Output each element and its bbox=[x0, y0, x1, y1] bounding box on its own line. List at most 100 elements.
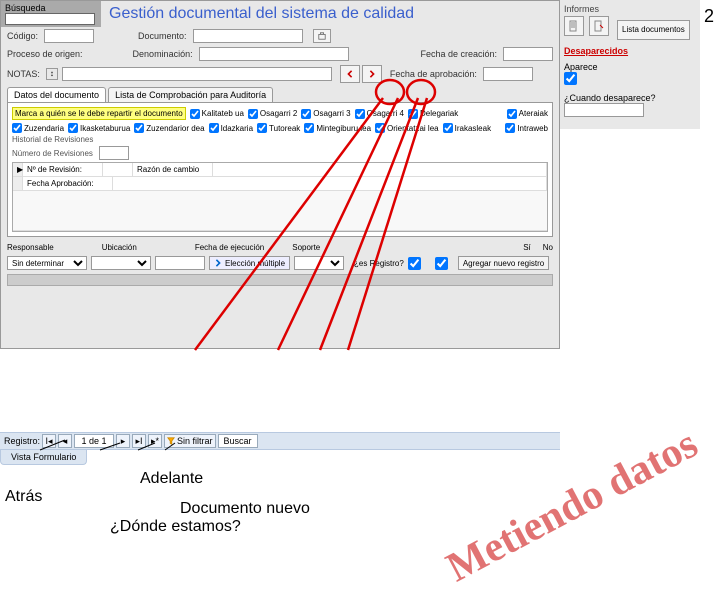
soporte-dropdown[interactable] bbox=[294, 256, 344, 270]
fecha-ejec-field[interactable] bbox=[155, 256, 205, 270]
numero-rev-label: Número de Revisiones bbox=[12, 149, 93, 158]
ck-ateraiak[interactable]: Ateraiak bbox=[507, 109, 548, 119]
report-icon-2[interactable] bbox=[589, 16, 609, 36]
doc-open-icon[interactable] bbox=[313, 29, 331, 43]
cuando-label: ¿Cuando desaparece? bbox=[564, 93, 696, 103]
no-label: No bbox=[543, 243, 553, 252]
nav-new-record-button[interactable]: ▸* bbox=[148, 434, 162, 448]
nav-last-button[interactable]: ▸I bbox=[132, 434, 146, 448]
notas-label: NOTAS: bbox=[7, 69, 40, 79]
ck-intraweb[interactable]: Intraweb bbox=[505, 123, 548, 133]
nav-next-record-button[interactable]: ▸ bbox=[116, 434, 130, 448]
ck-ikasketaburua[interactable]: Ikasketaburua bbox=[68, 123, 130, 133]
documento-label: Documento: bbox=[138, 31, 187, 41]
numero-rev-field[interactable] bbox=[99, 146, 129, 160]
agregar-button[interactable]: Agregar nuevo registro bbox=[458, 256, 549, 270]
bottom-row: Responsable Ubicación Fecha de ejecución… bbox=[1, 241, 559, 254]
no-checkbox[interactable] bbox=[435, 257, 448, 270]
ck-osagarri3[interactable]: Osagarri 3 bbox=[301, 109, 350, 119]
ck-zuzendarior[interactable]: Zuzendarior dea bbox=[134, 123, 204, 133]
es-registro-label: ¿es Registro? bbox=[354, 259, 404, 268]
rev-razon-label: Razón de cambio bbox=[133, 163, 213, 176]
bottom-row-2: Sin determinar Elección múltiple ¿es Reg… bbox=[1, 254, 559, 272]
annotation-donde: ¿Dónde estamos? bbox=[110, 518, 241, 536]
si-checkbox[interactable] bbox=[408, 257, 421, 270]
tab-lista[interactable]: Lista de Comprobación para Auditoría bbox=[108, 87, 273, 102]
ck-zuzendaria[interactable]: Zuzendaria bbox=[12, 123, 64, 133]
soporte-select[interactable]: Elección múltiple bbox=[209, 256, 290, 270]
report-icon-1[interactable] bbox=[564, 16, 584, 36]
ck-mintegiburu[interactable]: Mintegiburu lea bbox=[304, 123, 371, 133]
ck-osagarri4[interactable]: Osagarri 4 bbox=[355, 109, 404, 119]
cuando-field[interactable] bbox=[564, 103, 644, 117]
ck-orientatzai[interactable]: Orientatzai lea bbox=[375, 123, 439, 133]
ck-kalitate[interactable]: Kalitateb ua bbox=[190, 109, 244, 119]
nav-next-button[interactable] bbox=[362, 65, 382, 83]
denominacion-label: Denominación: bbox=[133, 49, 193, 59]
aparece-checkbox[interactable] bbox=[564, 72, 577, 85]
responsable-label: Responsable bbox=[7, 243, 54, 252]
desaparecidos-link[interactable]: Desaparecidos bbox=[564, 46, 628, 56]
codigo-label: Código: bbox=[7, 31, 38, 41]
proceso-label: Proceso de origen: bbox=[7, 49, 83, 59]
lower-space bbox=[1, 288, 559, 348]
rev-row-selector[interactable]: ▶ bbox=[13, 163, 23, 176]
rev-num-field[interactable] bbox=[103, 163, 133, 176]
notas-toggle[interactable]: ↕ bbox=[46, 68, 58, 80]
nav-prev-record-button[interactable]: ◂ bbox=[58, 434, 72, 448]
fecha-aprobacion-label: Fecha de aprobación: bbox=[390, 69, 477, 79]
mark-text: Marca a quién se le debe repartir el doc… bbox=[12, 107, 186, 120]
codigo-field[interactable] bbox=[44, 29, 94, 43]
historial-label: Historial de Revisiones bbox=[12, 135, 548, 144]
annotation-atras: Atrás bbox=[5, 488, 42, 506]
ck-idazkaria[interactable]: Idazkaria bbox=[209, 123, 253, 133]
filter-button[interactable]: Sin filtrar bbox=[164, 434, 216, 448]
panel-reparto: Marca a quién se le debe repartir el doc… bbox=[7, 102, 553, 237]
denominacion-field[interactable] bbox=[199, 47, 349, 61]
tab-datos[interactable]: Datos del documento bbox=[7, 87, 106, 102]
view-tab[interactable]: Vista Formulario bbox=[0, 450, 87, 465]
ubicacion-select[interactable] bbox=[91, 256, 151, 270]
row-proceso: Proceso de origen: Denominación: Fecha d… bbox=[1, 45, 559, 63]
gray-strip bbox=[7, 274, 553, 286]
tabs: Datos del documento Lista de Comprobació… bbox=[7, 87, 553, 102]
search-area: Búsqueda bbox=[1, 1, 101, 27]
window-title: Gestión documental del sistema de calida… bbox=[101, 5, 559, 23]
row-codigo: Código: Documento: bbox=[1, 27, 559, 45]
right-panel: Informes Lista documentos Desaparecidos … bbox=[560, 0, 700, 129]
page-number: 2 bbox=[704, 6, 714, 27]
soporte-label: Soporte bbox=[292, 243, 320, 252]
responsable-select[interactable]: Sin determinar bbox=[7, 256, 87, 270]
rev-fecha-label: Fecha Aprobación: bbox=[23, 177, 113, 190]
fecha-creacion-field[interactable] bbox=[503, 47, 553, 61]
rev-grid: ▶ Nº de Revisión: Razón de cambio Fecha … bbox=[12, 162, 548, 232]
row-notas: NOTAS: ↕ Fecha de aprobación: bbox=[1, 63, 559, 85]
nav-prev-button[interactable] bbox=[340, 65, 360, 83]
rev-fecha-field[interactable] bbox=[113, 177, 547, 190]
annotation-adelante: Adelante bbox=[140, 470, 203, 488]
titlebar: Búsqueda Gestión documental del sistema … bbox=[1, 1, 559, 27]
search-input[interactable] bbox=[5, 13, 95, 25]
lista-docs-button[interactable]: Lista documentos bbox=[617, 20, 690, 40]
informes-label: Informes bbox=[564, 4, 696, 14]
ck-tutoreak[interactable]: Tutoreak bbox=[257, 123, 300, 133]
record-counter: 1 de 1 bbox=[74, 434, 114, 448]
ubicacion-label: Ubicación bbox=[102, 243, 137, 252]
fecha-aprobacion-field[interactable] bbox=[483, 67, 533, 81]
buscar-field[interactable]: Buscar bbox=[218, 434, 258, 448]
documento-field[interactable] bbox=[193, 29, 303, 43]
ck-osagarri2[interactable]: Osagarri 2 bbox=[248, 109, 297, 119]
ck-delegariak[interactable]: Delegariak bbox=[408, 109, 458, 119]
notas-field[interactable] bbox=[62, 67, 332, 81]
registro-label: Registro: bbox=[4, 436, 40, 446]
si-label: Sí bbox=[523, 243, 531, 252]
fecha-creacion-label: Fecha de creación: bbox=[420, 49, 497, 59]
record-nav-bar: Registro: I◂ ◂ 1 de 1 ▸ ▸I ▸* Sin filtra… bbox=[0, 432, 560, 450]
nav-first-button[interactable]: I◂ bbox=[42, 434, 56, 448]
fecha-ejec-label: Fecha de ejecución bbox=[195, 243, 264, 252]
ck-irakasleak[interactable]: Irakasleak bbox=[443, 123, 491, 133]
aparece-label: Aparece bbox=[564, 62, 696, 72]
app-window: Búsqueda Gestión documental del sistema … bbox=[0, 0, 560, 349]
rev-razon-field[interactable] bbox=[213, 163, 547, 176]
annotation-doc-nuevo: Documento nuevo bbox=[180, 500, 310, 518]
